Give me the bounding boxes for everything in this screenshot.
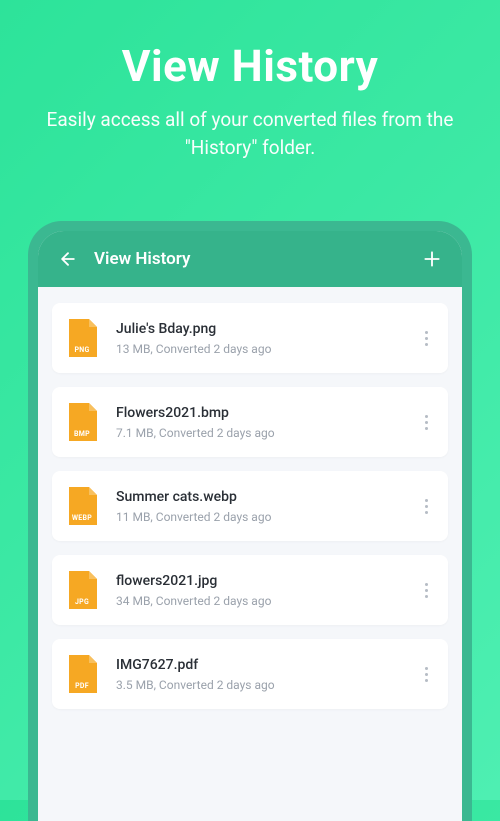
file-name: Summer cats.webp: [116, 489, 414, 505]
file-info: Flowers2021.bmp 7.1 MB, Converted 2 days…: [116, 405, 414, 440]
file-meta: 11 MB, Converted 2 days ago: [116, 510, 414, 524]
list-item[interactable]: BMP Flowers2021.bmp 7.1 MB, Converted 2 …: [52, 387, 448, 457]
more-button[interactable]: [414, 409, 438, 436]
plus-icon: [422, 249, 442, 269]
hero-section: View History Easily access all of your c…: [0, 0, 500, 191]
appbar-title: View History: [94, 249, 420, 269]
back-button[interactable]: [56, 247, 80, 271]
more-button[interactable]: [414, 493, 438, 520]
appbar: View History: [38, 231, 462, 287]
list-item[interactable]: WEBP Summer cats.webp 11 MB, Converted 2…: [52, 471, 448, 541]
add-button[interactable]: [420, 247, 444, 271]
file-info: Summer cats.webp 11 MB, Converted 2 days…: [116, 489, 414, 524]
phone-screen: View History PNG Julie's Bday.png 13 MB,…: [38, 231, 462, 821]
file-name: Julie's Bday.png: [116, 321, 414, 337]
file-icon: PNG: [66, 317, 100, 359]
file-info: IMG7627.pdf 3.5 MB, Converted 2 days ago: [116, 657, 414, 692]
file-ext-label: PDF: [66, 682, 98, 690]
file-info: Julie's Bday.png 13 MB, Converted 2 days…: [116, 321, 414, 356]
file-ext-label: JPG: [66, 598, 98, 606]
file-meta: 7.1 MB, Converted 2 days ago: [116, 426, 414, 440]
file-icon: BMP: [66, 401, 100, 443]
file-ext-label: WEBP: [66, 514, 98, 522]
file-name: IMG7627.pdf: [116, 657, 414, 673]
file-meta: 13 MB, Converted 2 days ago: [116, 342, 414, 356]
file-icon: JPG: [66, 569, 100, 611]
file-icon: WEBP: [66, 485, 100, 527]
file-icon: PDF: [66, 653, 100, 695]
file-list: PNG Julie's Bday.png 13 MB, Converted 2 …: [38, 287, 462, 739]
list-item[interactable]: JPG flowers2021.jpg 34 MB, Converted 2 d…: [52, 555, 448, 625]
file-info: flowers2021.jpg 34 MB, Converted 2 days …: [116, 573, 414, 608]
file-meta: 34 MB, Converted 2 days ago: [116, 594, 414, 608]
phone-frame: View History PNG Julie's Bday.png 13 MB,…: [28, 221, 472, 821]
list-item[interactable]: PNG Julie's Bday.png 13 MB, Converted 2 …: [52, 303, 448, 373]
hero-title: View History: [40, 40, 460, 92]
file-ext-label: BMP: [66, 430, 98, 438]
more-button[interactable]: [414, 325, 438, 352]
hero-subtitle: Easily access all of your converted file…: [40, 106, 460, 161]
file-ext-label: PNG: [66, 346, 98, 354]
file-name: flowers2021.jpg: [116, 573, 414, 589]
list-item[interactable]: PDF IMG7627.pdf 3.5 MB, Converted 2 days…: [52, 639, 448, 709]
more-button[interactable]: [414, 661, 438, 688]
file-name: Flowers2021.bmp: [116, 405, 414, 421]
file-meta: 3.5 MB, Converted 2 days ago: [116, 678, 414, 692]
arrow-left-icon: [58, 249, 78, 269]
more-button[interactable]: [414, 577, 438, 604]
